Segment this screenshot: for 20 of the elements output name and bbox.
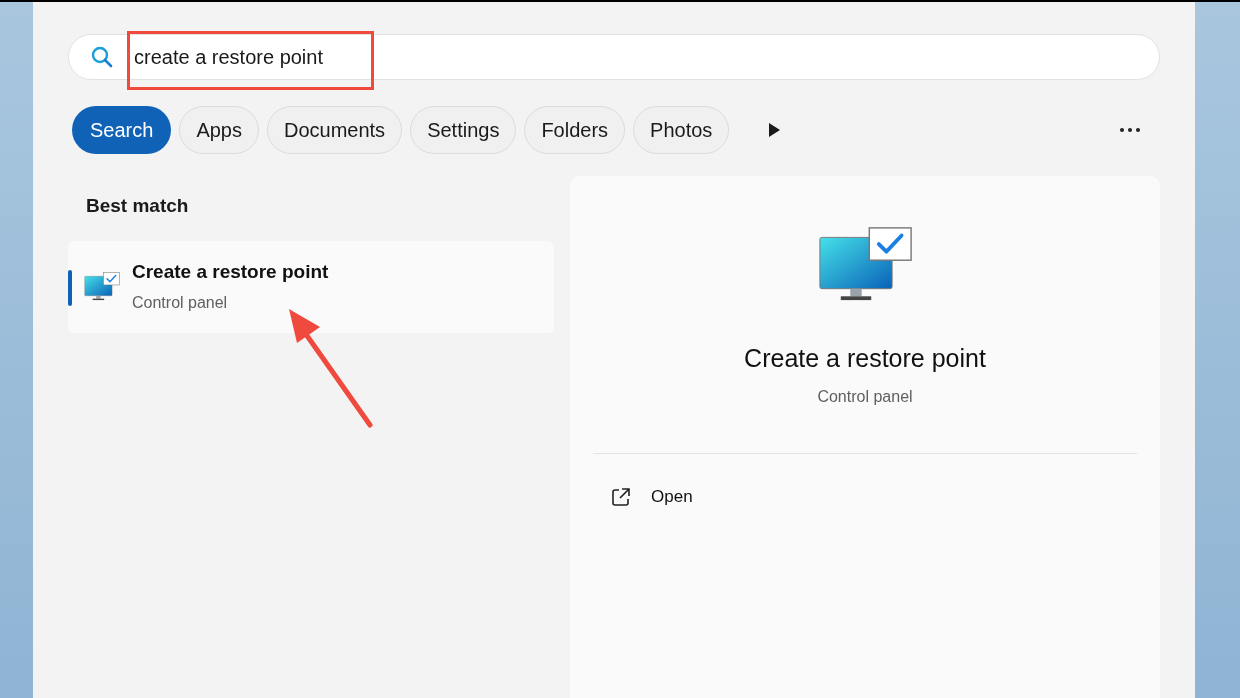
result-title: Create a restore point — [132, 260, 329, 285]
preview-subtitle: Control panel — [817, 387, 913, 408]
filter-tab[interactable]: Photos — [633, 106, 730, 154]
play-icon[interactable] — [767, 122, 782, 138]
search-icon — [90, 45, 114, 69]
filter-tab[interactable]: Folders — [524, 106, 626, 154]
result-subtitle: Control panel — [132, 292, 229, 313]
filter-tab[interactable]: Apps — [179, 106, 259, 154]
more-icon[interactable] — [1119, 127, 1141, 133]
preview-title: Create a restore point — [744, 342, 986, 374]
external-link-icon — [611, 487, 631, 508]
filter-tab[interactable]: Settings — [410, 106, 517, 154]
section-heading: Best match — [85, 194, 190, 218]
filter-tab[interactable]: Documents — [266, 106, 403, 154]
monitor-icon — [84, 271, 120, 302]
search-field[interactable]: create a restore point — [68, 34, 1160, 80]
result-item[interactable]: Create a restore point Control panel — [68, 240, 554, 333]
open-action[interactable]: Open — [593, 484, 693, 510]
selection-indicator — [68, 269, 72, 306]
filter-tab[interactable]: Search — [72, 106, 172, 154]
